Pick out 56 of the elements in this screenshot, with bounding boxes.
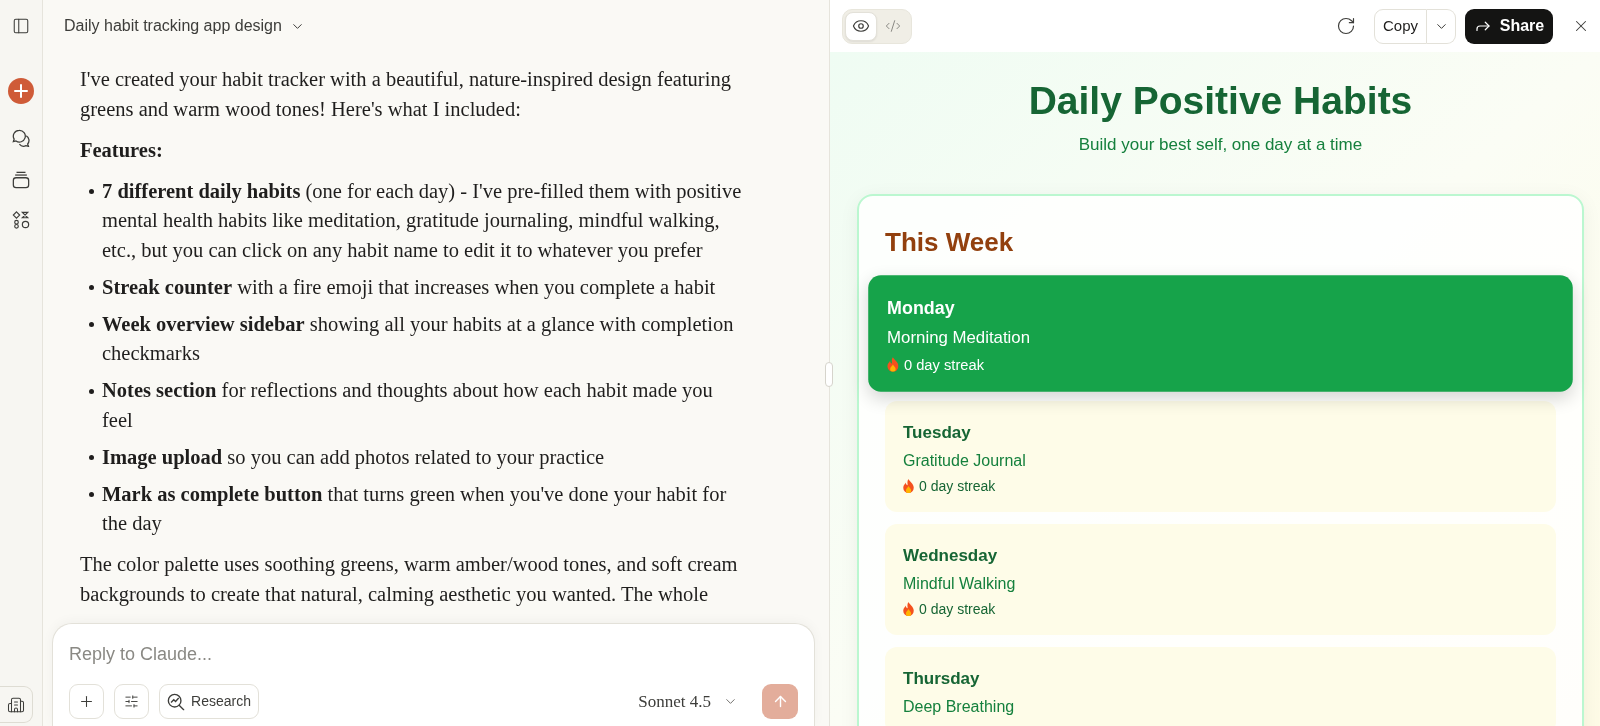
habit-name[interactable]: Deep Breathing xyxy=(903,695,1015,718)
list-item-text: Image upload so you can add photos related to your practice xyxy=(102,444,606,471)
shapes-icon[interactable] xyxy=(12,211,30,229)
refresh-icon[interactable] xyxy=(1336,16,1356,36)
list-item-text: Streak counter with a fire emoji that increases when you complete a habit xyxy=(102,274,717,301)
code-icon xyxy=(885,18,901,34)
bullet-icon xyxy=(89,455,94,460)
bullet-icon xyxy=(89,492,94,497)
list-item-text: Notes section for reflections and thoughts about how each habit made you feel xyxy=(102,378,714,433)
eye-icon xyxy=(852,17,870,35)
fire-icon xyxy=(903,601,914,616)
bullet-icon xyxy=(89,388,94,394)
plus-icon xyxy=(78,693,95,710)
app-title: Daily Positive Habits xyxy=(1028,78,1413,124)
list-item-text: 7 different daily habits (one for each day) - I've pre-filled them with positive mental health habits like meditation, gratitude journaling, mindful walking, etc., but you can click on any habit name to edit it to whatever you prefer xyxy=(102,178,743,264)
workspace-button[interactable] xyxy=(0,686,33,723)
section-title: This Week xyxy=(885,226,1014,258)
sidebar-toggle-icon[interactable] xyxy=(12,17,30,35)
message-heading: Features: xyxy=(80,137,163,163)
preview-tab[interactable] xyxy=(845,11,877,41)
plus-circle-icon[interactable] xyxy=(8,78,34,104)
building-icon xyxy=(7,695,25,714)
streak-text: 0 day streak xyxy=(919,599,996,619)
fire-icon xyxy=(887,356,899,372)
list-item-text: Mark as complete button that turns green when you've done your habit for the day xyxy=(102,481,728,537)
fire-icon xyxy=(903,478,914,493)
day-card[interactable]: Tuesday Gratitude Journal 0 day streak xyxy=(885,400,1556,512)
reply-input[interactable]: Reply to Claude... xyxy=(69,640,798,668)
streak-text: 0 day streak xyxy=(903,354,984,375)
day-name: Tuesday xyxy=(903,421,971,444)
chat-title-button[interactable]: Daily habit tracking app design xyxy=(64,14,305,38)
habit-name[interactable]: Mindful Walking xyxy=(903,572,1016,595)
archive-box-icon[interactable] xyxy=(12,171,30,189)
model-selector[interactable]: Sonnet 4.5 xyxy=(638,688,738,715)
bullet-icon xyxy=(89,285,94,290)
habit-name[interactable]: Gratitude Journal xyxy=(903,449,1026,472)
message-paragraph: I've created your habit tracker with a beautiful, nature-inspired design featuring greens and warm wood tones! Here's what I included: xyxy=(80,67,732,123)
message-composer[interactable]: Reply to Claude... Research Sonnet 4.5 xyxy=(52,623,815,726)
day-name: Thursday xyxy=(903,667,980,690)
search-trend-icon xyxy=(167,692,186,711)
day-card[interactable]: Wednesday Mindful Walking 0 day streak xyxy=(885,523,1556,635)
bullet-icon xyxy=(89,189,94,194)
day-card[interactable]: Thursday Deep Breathing xyxy=(885,646,1556,726)
resize-handle[interactable] xyxy=(825,362,833,387)
research-button[interactable]: Research xyxy=(159,684,259,719)
share-button[interactable]: Share xyxy=(1465,8,1553,44)
sliders-icon xyxy=(124,694,139,709)
bullet-icon xyxy=(89,322,94,327)
chat-bubbles-icon[interactable] xyxy=(12,129,30,147)
copy-button[interactable]: Copy xyxy=(1374,8,1427,44)
app-subtitle: Build your best self, one day at a time xyxy=(1078,134,1363,156)
streak-text: 0 day streak xyxy=(919,476,996,496)
message-paragraph: The color palette uses soothing greens, warm amber/wood tones, and soft cream backgrounds to create that natural, calming aesthetic you wanted. The whole xyxy=(80,552,739,608)
tools-button[interactable] xyxy=(114,684,149,719)
day-name: Monday xyxy=(887,296,955,320)
day-name: Wednesday xyxy=(903,544,998,567)
